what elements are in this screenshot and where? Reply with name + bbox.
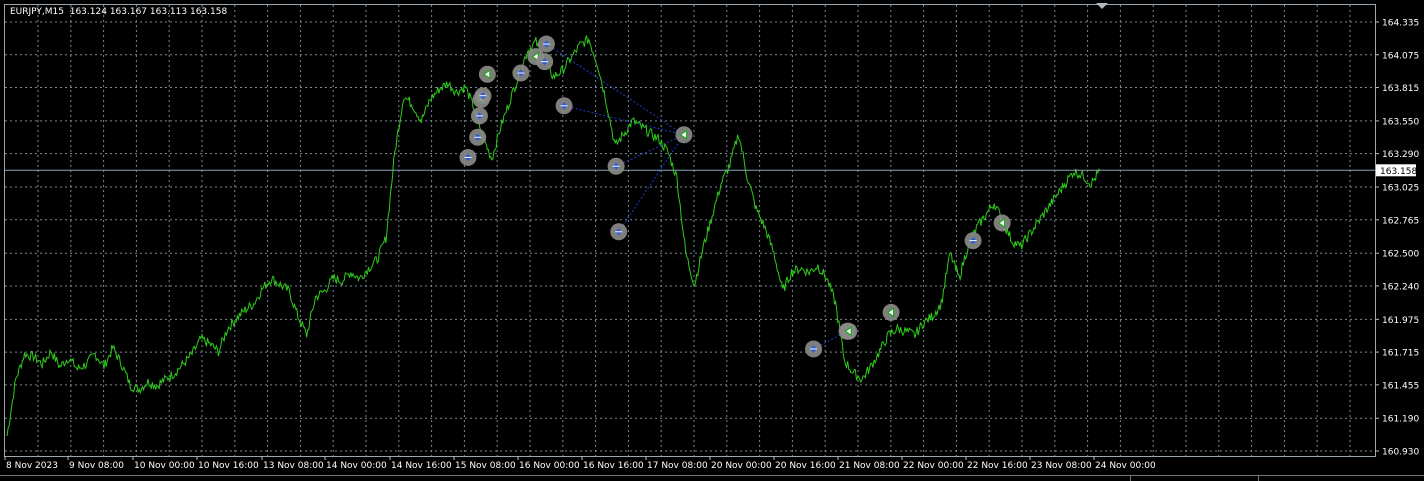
buy-trade-marker[interactable]	[469, 128, 487, 146]
buy-trade-marker[interactable]	[805, 340, 823, 358]
time-tick-label: 10 Nov 16:00	[198, 461, 259, 471]
buy-trade-marker[interactable]	[537, 35, 555, 53]
time-tick-label: 9 Nov 08:00	[69, 461, 124, 471]
price-tick-label: 163.290	[1382, 150, 1419, 160]
price-tick-label: 162.765	[1382, 216, 1419, 226]
sell-trade-marker[interactable]	[478, 65, 496, 83]
chart-background	[0, 0, 1424, 481]
time-tick-label: 10 Nov 00:00	[134, 461, 195, 471]
price-chart[interactable]: 164.335 164.075 163.815 163.550 163.290 163.0…	[0, 0, 1424, 481]
chart-tabs-strip[interactable]	[0, 475, 1424, 481]
time-tick-label: 16 Nov 00:00	[519, 461, 580, 471]
sell-trade-marker[interactable]	[993, 214, 1011, 232]
buy-trade-marker[interactable]	[536, 53, 554, 71]
buy-trade-marker[interactable]	[555, 97, 573, 115]
buy-trade-marker[interactable]	[474, 87, 492, 105]
time-tick-label: 14 Nov 00:00	[326, 461, 387, 471]
time-tick-label: 8 Nov 2023	[6, 461, 58, 471]
time-tick-label: 20 Nov 00:00	[711, 461, 772, 471]
buy-trade-marker[interactable]	[964, 232, 982, 250]
time-tick-label: 22 Nov 16:00	[967, 461, 1028, 471]
symbol-timeframe: EURJPY,M15	[10, 7, 64, 17]
time-tick-label: 24 Nov 00:00	[1095, 461, 1156, 471]
ohlc-values: 163.124 163.167 163.113 163.158	[69, 7, 228, 17]
price-tick-label: 163.550	[1382, 117, 1419, 127]
buy-trade-marker[interactable]	[512, 64, 530, 82]
time-tick-label: 23 Nov 08:00	[1031, 461, 1092, 471]
time-tick-label: 22 Nov 00:00	[903, 461, 964, 471]
price-tick-label: 162.240	[1382, 282, 1419, 292]
price-tick-label: 163.815	[1382, 84, 1419, 94]
time-tick-label: 17 Nov 08:00	[647, 461, 708, 471]
time-tick-label: 15 Nov 08:00	[455, 461, 516, 471]
price-tick-label: 160.930	[1382, 448, 1419, 458]
time-tick-label: 21 Nov 08:00	[839, 461, 900, 471]
current-price-label: 163.158	[1380, 167, 1417, 177]
price-tick-label: 164.075	[1382, 51, 1419, 61]
buy-trade-marker[interactable]	[610, 223, 628, 241]
time-tick-label: 20 Nov 16:00	[775, 461, 836, 471]
buy-trade-marker[interactable]	[607, 157, 625, 175]
time-tick-label: 13 Nov 08:00	[263, 461, 324, 471]
buy-trade-marker[interactable]	[459, 148, 477, 166]
price-tick-label: 162.500	[1382, 250, 1419, 260]
sell-trade-marker[interactable]	[840, 322, 858, 340]
sell-trade-marker[interactable]	[675, 126, 693, 144]
price-tick-label: 161.455	[1382, 381, 1419, 391]
price-tick-label: 161.975	[1382, 316, 1419, 326]
price-tick-label: 163.025	[1382, 184, 1419, 194]
sell-trade-marker[interactable]	[882, 303, 900, 321]
time-tick-label: 14 Nov 16:00	[391, 461, 452, 471]
tab-divider	[1258, 476, 1259, 481]
tab-divider	[1130, 476, 1131, 481]
chart-title: EURJPY,M15 163.124 163.167 163.113 163.1…	[10, 7, 227, 17]
buy-trade-marker[interactable]	[470, 107, 488, 125]
price-tick-label: 161.715	[1382, 349, 1419, 359]
price-tick-label: 161.190	[1382, 415, 1419, 425]
price-tick-label: 164.335	[1382, 19, 1419, 29]
chart-shift-marker[interactable]	[1096, 3, 1108, 9]
time-tick-label: 16 Nov 16:00	[583, 461, 644, 471]
